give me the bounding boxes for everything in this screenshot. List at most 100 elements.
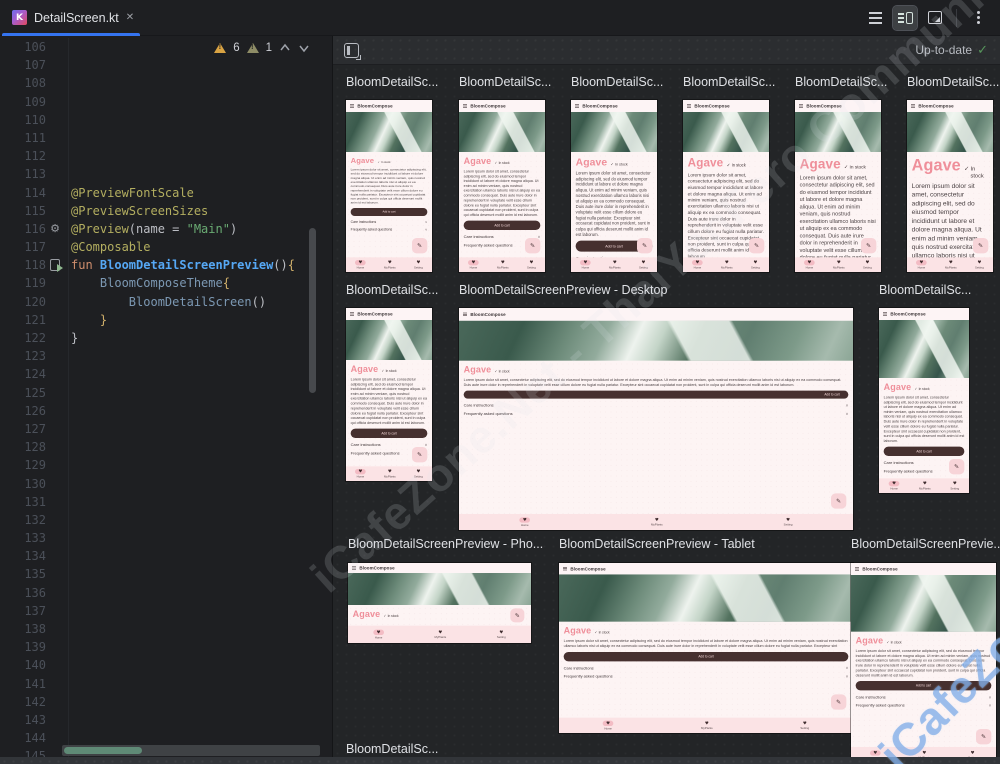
nav-item-myplants: ♥MyPlants (945, 259, 957, 269)
editor-tab-bar: K DetailScreen.kt ✕ (0, 0, 1000, 36)
split-view-button[interactable] (892, 4, 918, 31)
faq-label: Frequently asked questions (350, 450, 400, 456)
line-number: 137 (24, 603, 46, 618)
design-view-button[interactable] (923, 6, 947, 30)
next-warning-icon[interactable] (298, 42, 310, 54)
inspections-widget[interactable]: 6 1 (214, 42, 310, 54)
heart-icon: ♥ (836, 259, 841, 265)
preview-card[interactable]: BloomDetailSc... BloomCompose Agave ✓ In … (346, 75, 438, 272)
faq-row: Frequently asked questions ∨ (351, 225, 428, 232)
nav-item-myplants: ♥MyPlants (721, 259, 733, 269)
heart-icon: ♥ (804, 259, 815, 266)
care-label: Care instructions (855, 694, 886, 700)
heart-icon: ♥ (704, 720, 709, 726)
stock-badge: ✓ In stock (382, 369, 397, 373)
ui-check-button[interactable] (339, 38, 363, 62)
preview-canvas[interactable]: BloomDetailSc... BloomCompose Agave ✓ In … (333, 65, 1000, 764)
preview-card[interactable]: BloomDetailScreenPreview - Pho... BloomC… (348, 537, 543, 643)
code-line: 117 @Composable (0, 238, 332, 257)
close-tab-icon[interactable]: ✕ (126, 12, 134, 23)
add-to-cart-label: Add to cart (915, 683, 932, 688)
device-bottom-nav: ♥Home ♥MyPlants ♥Setting (683, 257, 769, 272)
heart-icon: ♥ (373, 629, 384, 635)
preview-card[interactable]: BloomDetailSc... BloomCompose Agave ✓ In … (459, 75, 551, 272)
faq-label: Frequently asked questions (563, 673, 613, 679)
check-icon: ✓ (377, 160, 380, 164)
product-name: Agave (575, 155, 608, 168)
preview-card[interactable]: BloomDetailSc... BloomCompose Agave ✓ In … (795, 75, 887, 272)
preview-render: BloomCompose Agave ✓In stock Lorem ipsum… (559, 563, 853, 733)
code-line: 110 (0, 110, 332, 129)
code-line: 125 (0, 383, 332, 402)
pencil-icon: ✎ (981, 733, 987, 741)
weak-warning-count: 1 (265, 42, 272, 54)
add-to-cart-button: Add to cart (350, 428, 428, 439)
stock-badge: ✓ In stock (964, 165, 988, 179)
split-view-icon (897, 11, 913, 24)
ui-check-icon (343, 42, 361, 60)
device-app-title: BloomCompose (359, 565, 395, 571)
edit-fab: ✎ (524, 237, 541, 254)
heart-icon: ♥ (355, 468, 366, 475)
stock-label: In stock (918, 387, 930, 391)
add-to-cart-button: Add to cart (883, 446, 965, 457)
preview-card[interactable]: BloomDetailScreenPreview - Tablet BloomC… (559, 537, 853, 733)
device-app-title: BloomCompose (694, 103, 730, 109)
heart-icon: ♥ (948, 259, 953, 265)
product-name: Agave (463, 364, 492, 375)
nav-item-setting: ♥Setting (496, 629, 506, 639)
code-editor[interactable]: 6 1 106 107 108 109 110 111 112 113114@PreviewF… (0, 36, 332, 764)
kotlin-file-icon: K (12, 10, 27, 25)
editor-horizontal-scrollbar[interactable] (62, 745, 320, 756)
preview-render: BloomCompose Agave ✓In stock Lorem ipsum… (571, 100, 657, 272)
code-line: 130 (0, 474, 332, 493)
nav-item-home: ♥Home (580, 259, 591, 270)
code-line: 120 BloomDetailScreen() (0, 292, 332, 311)
code-line: 138 (0, 620, 332, 639)
code-view-button[interactable] (863, 6, 887, 30)
scrollbar-thumb[interactable] (64, 747, 142, 754)
nav-item-myplants: ♥MyPlants (651, 517, 663, 527)
preview-card[interactable]: BloomDetailSc... BloomCompose Agave ✓ In … (683, 75, 775, 272)
heart-icon: ♥ (922, 750, 927, 756)
line-number: 107 (24, 58, 46, 73)
prev-warning-icon[interactable] (279, 42, 291, 54)
editor-vertical-scrollbar[interactable] (309, 228, 316, 393)
preview-label: BloomDetailScreenPreview - Pho... (348, 537, 544, 551)
plant-hero-image (346, 319, 432, 360)
preview-card[interactable]: BloomDetailSc... BloomCompose Agave ✓ In … (879, 283, 971, 493)
add-to-cart-label: Add to cart (916, 449, 932, 454)
preview-card[interactable]: BloomDetailSc... BloomCompose Agave ✓ In … (571, 75, 663, 272)
device-mock: BloomCompose Agave ✓In stock Lorem ipsum… (459, 308, 853, 530)
more-options-button[interactable] (966, 6, 990, 30)
nav-item-setting: ♥Setting (414, 468, 423, 478)
code-line: 132 (0, 510, 332, 530)
preview-card[interactable]: BloomDetailSc... BloomCompose Agave ✓ In … (907, 75, 999, 272)
chevron-down-icon: ∨ (845, 665, 849, 671)
heart-icon: ♥ (387, 259, 392, 265)
preview-label: BloomDetailScreenPreview - Desktop (459, 283, 668, 297)
check-icon: ✓ (886, 640, 890, 645)
code-line: 142 (0, 692, 332, 711)
line-number: 120 (24, 294, 46, 309)
line-number: 140 (24, 658, 46, 673)
add-to-cart-button: Add to cart (855, 681, 992, 691)
menu-icon (351, 567, 356, 569)
preview-card[interactable]: BloomDetailScreenPreview - Desktop Bloom… (459, 283, 853, 530)
line-number: 115 (24, 203, 46, 218)
preview-card[interactable]: BloomDetailScreenPrevie... BloomCompose … (851, 537, 1000, 763)
run-preview-gutter-icon[interactable] (50, 259, 63, 273)
preview-settings-gutter-icon[interactable]: ⚙ (50, 220, 60, 238)
device-app-title: BloomCompose (918, 103, 954, 109)
nav-item-home: ♥Home (804, 259, 815, 270)
plant-hero-image (907, 111, 993, 152)
faq-row: Frequently asked questions ∨ (564, 671, 849, 679)
check-icon: ✓ (381, 369, 385, 373)
code-line: 111 (0, 128, 332, 148)
device-app-bar: BloomCompose (795, 100, 881, 112)
preview-card[interactable]: BloomDetailSc... BloomCompose Agave ✓ In … (346, 283, 438, 481)
device-mock: BloomCompose Agave ✓In stock Lorem ipsum… (348, 563, 531, 643)
plant-hero-image (559, 574, 853, 622)
device-bottom-nav: ♥Home ♥MyPlants ♥Setting (907, 257, 993, 272)
tab-detailscreen[interactable]: K DetailScreen.kt ✕ (0, 0, 146, 36)
